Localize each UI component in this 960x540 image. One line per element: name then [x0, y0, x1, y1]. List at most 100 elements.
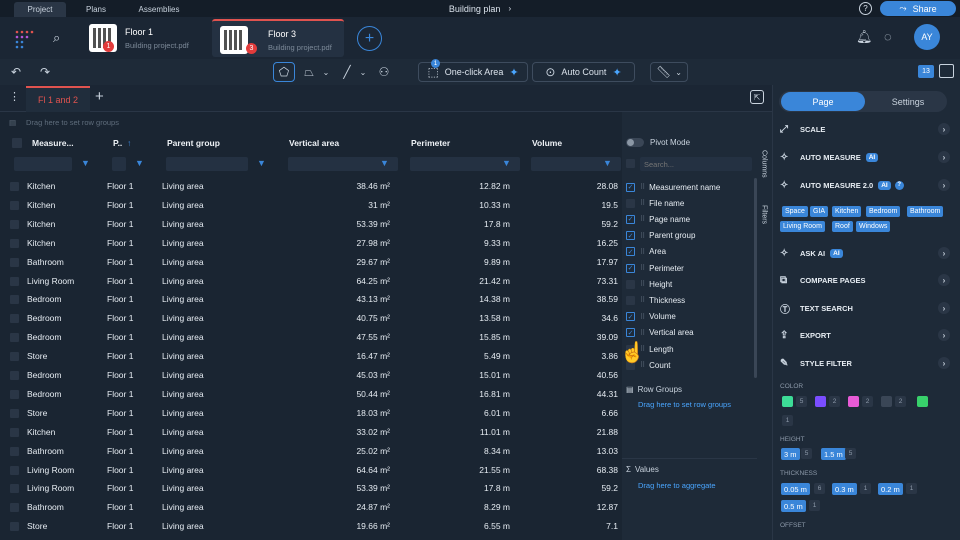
chevron-down-icon[interactable]: ⌄ [358, 62, 368, 82]
row-checkbox[interactable] [10, 503, 19, 513]
auto-measure-2-item[interactable]: ✧ AUTO MEASURE 2.0 AI? › [780, 174, 950, 196]
chevron-right-icon[interactable]: › [938, 329, 950, 341]
table-row[interactable]: Store Floor 1 Living area 18.03 m² 6.01 m 6.6… [0, 404, 622, 423]
notification-icon[interactable]: 🔔︎ [856, 29, 873, 45]
color-swatch[interactable] [917, 396, 928, 407]
column-toggle-item[interactable]: ⠿ Thickness [626, 292, 752, 308]
auto-count-button[interactable]: ⊙ Auto Count ✦ [532, 62, 635, 82]
drag-handle-icon[interactable]: ⠿ [640, 296, 645, 304]
ask-ai-item[interactable]: ✧ ASK AI AI › [780, 242, 950, 264]
export-grid-icon[interactable]: ⇱ [750, 90, 764, 104]
table-row[interactable]: Bedroom Floor 1 Living area 40.75 m² 13.58 m… [0, 309, 622, 328]
row-checkbox[interactable] [10, 238, 19, 248]
color-swatch[interactable] [848, 396, 859, 407]
table-row[interactable]: Bedroom Floor 1 Living area 47.55 m² 15.85 m… [0, 328, 622, 347]
select-all-checkbox[interactable] [12, 138, 22, 148]
share-button[interactable]: ⤳ Share [880, 1, 956, 16]
tab-assemblies[interactable]: Assemblies [128, 2, 190, 17]
column-search-input[interactable] [640, 157, 752, 171]
table-row[interactable]: Living Room Floor 1 Living area 64.64 m² 21.… [0, 461, 622, 480]
row-checkbox[interactable] [10, 446, 19, 456]
column-toggle-item[interactable]: ✓ ⠿ Vertical area [626, 325, 752, 341]
row-checkbox[interactable] [10, 295, 19, 305]
chevron-down-icon[interactable]: ⌄ [321, 62, 331, 82]
chevron-right-icon[interactable]: › [938, 274, 950, 286]
filter-icon[interactable]: ▼ [380, 158, 389, 168]
table-row[interactable]: Bedroom Floor 1 Living area 43.13 m² 14.38 m… [0, 290, 622, 309]
table-row[interactable]: Bedroom Floor 1 Living area 45.03 m² 15.01 m… [0, 366, 622, 385]
table-row[interactable]: Kitchen Floor 1 Living area 31 m² 10.33 m 19.… [0, 196, 622, 215]
column-header-measurement[interactable]: Measure... [32, 134, 92, 152]
table-row[interactable]: Bathroom Floor 1 Living area 24.87 m² 8.29 m… [0, 498, 622, 517]
toggle-switch[interactable] [626, 138, 644, 147]
column-toggle-item[interactable]: ✓ ⠿ Page name [626, 211, 752, 227]
redo-icon[interactable]: ↷ [36, 62, 54, 82]
info-icon[interactable]: ? [894, 180, 904, 190]
column-header-perimeter[interactable]: Perimeter [411, 134, 501, 152]
auto-measure-chip[interactable]: Space [782, 206, 808, 217]
column-checkbox[interactable] [626, 295, 635, 305]
row-checkbox[interactable] [10, 427, 19, 437]
column-toggle-item[interactable]: ✓ ⠿ Measurement name [626, 179, 752, 195]
scale-item[interactable]: ⤢ SCALE › [780, 118, 950, 140]
search-icon[interactable]: ⌕ [53, 30, 60, 46]
chevron-right-icon[interactable]: › [938, 357, 950, 369]
drag-handle-icon[interactable]: ⠿ [640, 313, 645, 321]
drag-handle-icon[interactable]: ⠿ [640, 199, 645, 207]
auto-measure-chip[interactable]: Kitchen [832, 206, 862, 217]
filter-input-measurement[interactable] [14, 157, 72, 171]
chat-icon[interactable]: ◌ [884, 29, 892, 44]
table-row[interactable]: Store Floor 1 Living area 19.66 m² 6.55 m 7.1 [0, 517, 622, 536]
ruler-tool-button[interactable]: 📏︎ ⌄ [650, 62, 688, 82]
chevron-right-icon[interactable]: › [938, 151, 950, 163]
drag-handle-icon[interactable]: ⠿ [640, 329, 645, 337]
table-row[interactable]: Living Room Floor 1 Living area 53.39 m² 17.… [0, 479, 622, 498]
auto-measure-chip[interactable]: Windows [856, 221, 891, 232]
table-row[interactable]: Kitchen Floor 1 Living area 33.02 m² 11.01 m… [0, 423, 622, 442]
line-tool-icon[interactable]: ╱ [336, 62, 358, 82]
column-header-vertical-area[interactable]: Vertical area [289, 134, 379, 152]
auto-measure-chip[interactable]: Bedroom [866, 206, 901, 217]
pivot-mode-toggle[interactable]: Pivot Mode [626, 138, 690, 147]
color-swatch[interactable] [782, 396, 793, 407]
column-checkbox[interactable]: ✓ [626, 263, 635, 273]
column-header-volume[interactable]: Volume [532, 134, 612, 152]
compare-pages-item[interactable]: ⧉ COMPARE PAGES › [780, 269, 950, 291]
export-item[interactable]: ⇪ EXPORT › [780, 324, 950, 346]
drag-handle-icon[interactable]: ⠿ [640, 232, 645, 240]
count-tool-icon[interactable]: ⚇ [373, 62, 395, 82]
columns-side-tab[interactable]: Columns [757, 150, 771, 195]
row-checkbox[interactable] [10, 389, 19, 399]
values-drop-hint[interactable]: Drag here to aggregate [638, 481, 716, 490]
filter-icon[interactable]: ▼ [502, 158, 511, 168]
row-checkbox[interactable] [10, 257, 19, 267]
column-checkbox[interactable] [626, 198, 635, 208]
drag-handle-icon[interactable]: ⠿ [640, 280, 645, 288]
row-checkbox[interactable] [10, 408, 19, 418]
help-icon[interactable]: ? [859, 2, 872, 15]
filter-icon[interactable]: ▼ [135, 158, 144, 168]
column-checkbox[interactable]: ✓ [626, 328, 635, 338]
chevron-right-icon[interactable]: › [938, 247, 950, 259]
filter-icon[interactable]: ▼ [81, 158, 90, 168]
color-swatch[interactable] [815, 396, 826, 407]
table-row[interactable]: Kitchen Floor 1 Living area 27.98 m² 9.33 m 1… [0, 234, 622, 253]
undo-icon[interactable]: ↶ [7, 62, 25, 82]
file-card-floor-1[interactable]: 1 Floor 1 Building project.pdf [75, 19, 210, 57]
drag-handle-icon[interactable]: ⠿ [640, 215, 645, 223]
document-title[interactable]: Building plan [449, 4, 501, 14]
sort-asc-icon[interactable]: ↑ [127, 134, 131, 152]
filters-side-tab[interactable]: Filters [757, 205, 771, 245]
row-checkbox[interactable] [10, 352, 19, 362]
row-checkbox[interactable] [10, 371, 19, 380]
column-toggle-item[interactable]: ⠿ Height [626, 276, 752, 292]
auto-measure-chip[interactable]: Living Room [780, 221, 825, 232]
add-file-button[interactable]: + [357, 26, 382, 51]
tab-project[interactable]: Project [14, 2, 66, 17]
thickness-chip[interactable]: 0.5 m [781, 500, 806, 512]
row-checkbox[interactable] [10, 484, 19, 494]
filter-icon[interactable]: ▼ [257, 158, 266, 168]
select-all-columns-checkbox[interactable] [626, 159, 635, 168]
filter-input-page[interactable] [112, 157, 126, 171]
table-row[interactable]: Living Room Floor 1 Living area 64.25 m² 21.… [0, 272, 622, 291]
